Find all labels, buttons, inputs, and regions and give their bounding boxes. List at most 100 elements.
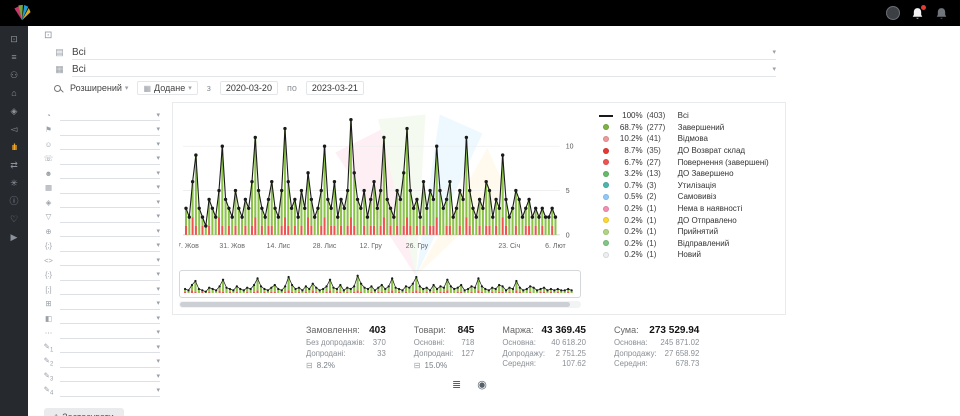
utm-term-filter-select[interactable]: ▾ — [60, 283, 160, 295]
legend-item[interactable]: 0.2%(1)Відправлений — [598, 238, 779, 250]
search-mode-select[interactable]: Розширений ▾ — [70, 83, 128, 93]
utm-content-filter-select[interactable]: ▾ — [60, 298, 160, 310]
profile-icon[interactable] — [886, 6, 900, 20]
status-filter-row: ⚑▾ — [42, 123, 160, 138]
feedback-icon[interactable]: ♡ — [5, 213, 23, 226]
legend-label: Новий — [678, 250, 701, 259]
stats-row: Допродані:127 — [414, 349, 475, 360]
shop-icon[interactable]: ⌂ — [5, 87, 23, 100]
legend-percent: 0.2% — [618, 204, 643, 213]
stats-row-value: 370 — [373, 338, 386, 349]
legend-count: (1) — [647, 250, 674, 259]
legend-item[interactable]: 0.2%(1)Прийнятий — [598, 226, 779, 238]
settings-icon[interactable]: ✳ — [5, 177, 23, 190]
legend-count: (1) — [647, 227, 674, 236]
legend-label: Відправлений — [678, 239, 730, 248]
main-chart[interactable]: 051017. Жов31. Жов14. Лис28. Лис12. Гру2… — [179, 107, 598, 265]
legend-item[interactable]: 0.2%(1)Нема в наявності — [598, 203, 779, 215]
chevron-down-icon: ▾ — [156, 357, 160, 365]
tags-icon[interactable]: ◈ — [5, 105, 23, 118]
legend-item[interactable]: 8.7%(35)ДО Возврат склад — [598, 145, 779, 157]
legend-item[interactable]: 6.7%(27)Повернення (завершені) — [598, 156, 779, 168]
date-from-label: з — [207, 83, 211, 93]
broadcast-icon[interactable]: ◅ — [5, 123, 23, 136]
legend-item[interactable]: 0.7%(3)Утилізація — [598, 180, 779, 192]
status-filter-select[interactable]: ▾ — [60, 124, 160, 136]
analytics-icon[interactable]: ılı — [5, 141, 23, 154]
stats-title: Маржа:43 369.45 — [502, 325, 586, 336]
delivery-filter-select[interactable]: ▾ — [60, 312, 160, 324]
angle-brackets-icon: <> — [42, 256, 55, 265]
brush-chart[interactable] — [180, 271, 580, 297]
custom-field-2-select[interactable]: ▾ — [60, 356, 160, 368]
pencil-icon: ✎1 — [42, 342, 55, 354]
screen-icon[interactable]: ⊡ — [44, 30, 52, 41]
manager-filter-select[interactable]: ▾ — [60, 167, 160, 179]
info-icon[interactable]: ⓘ — [5, 195, 23, 208]
custom-field-4-row: ✎4▾ — [42, 384, 160, 399]
sphere-icon[interactable]: ◉ — [477, 378, 487, 391]
phone-filter-select[interactable]: ▾ — [60, 153, 160, 165]
search-icon[interactable] — [54, 85, 61, 92]
dot-swatch-icon — [598, 124, 614, 130]
utm-source-filter-select[interactable]: ▾ — [60, 240, 160, 252]
chevron-down-icon: ▾ — [156, 241, 160, 249]
funnel-filter-select[interactable]: ▾ — [60, 211, 160, 223]
app-logo[interactable] — [12, 4, 32, 22]
notifications-muted-bell-icon[interactable] — [935, 7, 948, 20]
phone-filter-row: ☏▾ — [42, 152, 160, 167]
date-field-select[interactable]: ▦ Додане ▾ — [137, 81, 197, 95]
custom-field-3-select[interactable]: ▾ — [60, 370, 160, 382]
stats-row-value: 33 — [377, 349, 386, 360]
legend-label: ДО Завершено — [678, 169, 734, 178]
groups-select[interactable]: Всі ▾ — [72, 62, 776, 77]
website-filter-select[interactable]: ▾ — [60, 225, 160, 237]
upsell-badge: ⊟8.2% — [306, 361, 386, 370]
orders-icon[interactable]: ≡ — [5, 51, 23, 64]
legend-item[interactable]: 0.5%(2)Самовивіз — [598, 191, 779, 203]
monitor-icon[interactable]: ⊡ — [5, 33, 23, 46]
date-from-input[interactable]: 2020-03-20 — [220, 81, 278, 95]
legend-label: Самовивіз — [678, 192, 717, 201]
braces-colon-icon: {:} — [42, 270, 55, 279]
svg-text:17. Жов: 17. Жов — [179, 243, 199, 250]
pipelines-icon[interactable]: ⇄ — [5, 159, 23, 172]
custom-field-4-select[interactable]: ▾ — [60, 385, 160, 397]
payment-filter-select[interactable]: ▾ — [60, 327, 160, 339]
legend-item[interactable]: 10.2%(41)Відмова — [598, 133, 779, 145]
notifications-bell-icon[interactable] — [911, 7, 924, 20]
legend-item[interactable]: 0.2%(1)ДО Отправлено — [598, 214, 779, 226]
legend-item[interactable]: 68.7%(277)Завершений — [598, 122, 779, 134]
video-icon[interactable]: ▶ — [5, 231, 23, 244]
utm-medium-filter-select[interactable]: ▾ — [60, 254, 160, 266]
phone-icon: ☏ — [42, 154, 55, 163]
source-filter-select[interactable]: ▾ — [60, 109, 160, 121]
list-view-icon[interactable]: ≣ — [452, 378, 461, 391]
stats-row-label: Середня: — [614, 359, 648, 370]
legend-item[interactable]: 0.2%(1)Новий — [598, 249, 779, 261]
svg-text:31. Жов: 31. Жов — [219, 243, 245, 250]
utm-campaign-filter-select[interactable]: ▾ — [60, 269, 160, 281]
stats-row-label: Допродані: — [306, 349, 346, 360]
chevron-down-icon: ▾ — [156, 212, 160, 220]
legend-item[interactable]: 3.2%(13)ДО Завершено — [598, 168, 779, 180]
apply-button[interactable]: ılı Застосувати — [44, 408, 124, 416]
customers-icon[interactable]: ⚇ — [5, 69, 23, 82]
stats-title-label: Сума: — [614, 325, 639, 336]
custom-field-1-select[interactable]: ▾ — [60, 341, 160, 353]
stats-title-value: 43 369.45 — [541, 325, 586, 336]
tag-filter-select[interactable]: ▾ — [60, 196, 160, 208]
brush-scrollbar[interactable] — [179, 301, 581, 308]
product-filter-select[interactable]: ▾ — [60, 182, 160, 194]
date-to-input[interactable]: 2023-03-21 — [306, 81, 364, 95]
scrollbar-thumb[interactable] — [180, 302, 570, 307]
statuses-select[interactable]: Всі ▾ — [72, 45, 776, 60]
chevron-down-icon: ▾ — [156, 328, 160, 336]
buyer-filter-select[interactable]: ▾ — [60, 138, 160, 150]
tag-icon: ◈ — [42, 198, 55, 207]
chevron-down-icon: ▾ — [156, 372, 160, 380]
svg-text:26. Гру: 26. Гру — [406, 243, 429, 250]
swatch-shape — [599, 115, 613, 117]
legend-item[interactable]: 100%(403)Всі — [598, 110, 779, 122]
half-square-icon: ◧ — [42, 314, 55, 323]
